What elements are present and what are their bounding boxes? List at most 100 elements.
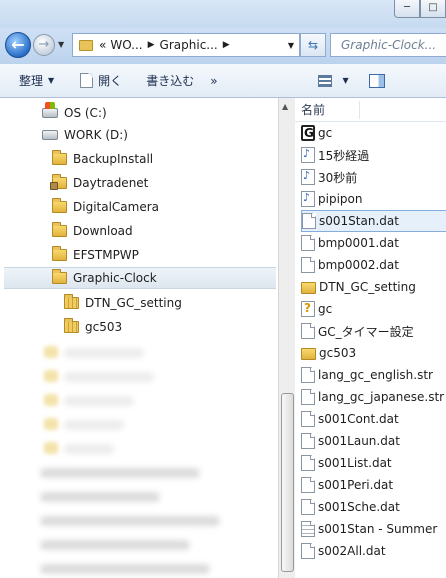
breadcrumb-work[interactable]: WO... bbox=[110, 38, 142, 52]
organize-button[interactable]: 整理 ▼ bbox=[14, 69, 59, 93]
blurred-folder-icon bbox=[44, 394, 58, 406]
file-item-s001stan[interactable]: s001Stan.dat bbox=[301, 210, 446, 232]
file-item-pipipon[interactable]: pipipon bbox=[301, 188, 446, 210]
nav-item-dtn-gc-setting[interactable]: DTN_GC_setting bbox=[64, 292, 182, 314]
file-item-lang-japanese[interactable]: lang_gc_japanese.str bbox=[301, 386, 446, 408]
file-item-s001list[interactable]: s001List.dat bbox=[301, 452, 446, 474]
file-icon bbox=[301, 499, 315, 515]
file-item-bmp0002[interactable]: bmp0002.dat bbox=[301, 254, 446, 276]
file-item-s001peri[interactable]: s001Peri.dat bbox=[301, 474, 446, 496]
nav-item-daytradenet[interactable]: Daytradenet bbox=[50, 172, 149, 194]
maximize-button[interactable]: □ bbox=[420, 0, 446, 18]
nav-item-graphic-clock[interactable]: Graphic-Clock bbox=[4, 267, 276, 289]
file-name: s001Cont.dat bbox=[318, 412, 399, 426]
nav-item-os-drive[interactable]: OS (C:) bbox=[42, 102, 107, 124]
zip-folder-icon bbox=[64, 294, 79, 309]
file-icon bbox=[301, 367, 315, 383]
file-name: s002All.dat bbox=[318, 544, 386, 558]
change-view-button[interactable]: ▼ bbox=[313, 69, 354, 93]
nav-item-label: Download bbox=[73, 224, 133, 238]
file-icon bbox=[301, 257, 315, 273]
refresh-icon: ⇆ bbox=[307, 38, 319, 52]
file-item-bmp0001[interactable]: bmp0001.dat bbox=[301, 232, 446, 254]
nav-item-download[interactable]: Download bbox=[52, 220, 133, 242]
zip-folder-icon bbox=[301, 348, 316, 360]
file-name: gc bbox=[318, 126, 333, 140]
file-name: lang_gc_japanese.str bbox=[318, 390, 445, 404]
scroll-up-arrow-icon[interactable]: ▲ bbox=[282, 102, 288, 111]
back-button[interactable]: ← bbox=[5, 32, 31, 58]
search-input[interactable]: Graphic-Clock... bbox=[330, 33, 446, 57]
nav-item-label: EFSTMPWP bbox=[73, 248, 139, 262]
window-controls: ─ □ bbox=[394, 0, 446, 18]
burn-button[interactable]: 書き込む bbox=[141, 69, 199, 93]
text-file-icon bbox=[301, 521, 315, 537]
nav-item-digitalcamera[interactable]: DigitalCamera bbox=[52, 196, 159, 218]
folder-icon bbox=[52, 269, 67, 284]
file-list-pane[interactable]: 名前 gc 15秒経過 30秒前 pipipon s001Stan.dat bm… bbox=[295, 98, 446, 578]
file-name: bmp0001.dat bbox=[318, 236, 399, 250]
nav-item-label: OS (C:) bbox=[64, 106, 107, 120]
preview-pane-button[interactable] bbox=[364, 69, 390, 93]
file-name: s001Stan - Summer bbox=[318, 522, 438, 536]
nav-item-label: Graphic-Clock bbox=[73, 271, 157, 285]
app-icon bbox=[301, 125, 315, 141]
file-name: s001Stan.dat bbox=[319, 214, 399, 228]
nav-item-label: BackupInstall bbox=[73, 152, 154, 166]
blurred-item bbox=[64, 444, 114, 454]
file-item-s001cont[interactable]: s001Cont.dat bbox=[301, 408, 446, 430]
refresh-button[interactable]: ⇆ bbox=[300, 33, 326, 57]
file-item-s002all[interactable]: s002All.dat bbox=[301, 540, 446, 562]
file-item-15s[interactable]: 15秒経過 bbox=[301, 144, 446, 166]
file-name: gc503 bbox=[319, 346, 357, 360]
audio-icon bbox=[301, 147, 315, 163]
breadcrumb-graphic[interactable]: Graphic... bbox=[160, 38, 218, 52]
nav-item-gc503[interactable]: gc503 bbox=[64, 316, 122, 338]
breadcrumb-chevron-right-icon[interactable]: ▶ bbox=[223, 40, 230, 50]
file-item-gc-setup[interactable]: gc bbox=[301, 298, 446, 320]
column-header-name[interactable]: 名前 bbox=[295, 98, 446, 122]
burn-label: 書き込む bbox=[146, 74, 195, 88]
file-name: bmp0002.dat bbox=[318, 258, 399, 272]
blurred-folder-icon bbox=[44, 442, 58, 454]
chevron-down-icon: ▼ bbox=[48, 76, 55, 85]
audio-icon bbox=[301, 169, 315, 185]
preview-pane-icon bbox=[368, 73, 385, 88]
blurred-item bbox=[40, 492, 160, 502]
nav-item-efstmpwp[interactable]: EFSTMPWP bbox=[52, 244, 139, 266]
nav-item-work-drive[interactable]: WORK (D:) bbox=[42, 124, 128, 146]
breadcrumb-overflow[interactable]: « bbox=[99, 38, 106, 52]
file-item-gc-timer[interactable]: GC_タイマー設定 bbox=[301, 320, 446, 342]
file-item-s001stan-summer[interactable]: s001Stan - Summer bbox=[301, 518, 446, 540]
more-commands-button[interactable]: » bbox=[205, 69, 222, 93]
nav-item-label: Daytradenet bbox=[73, 176, 149, 190]
file-icon bbox=[302, 213, 316, 229]
nav-item-backupinstall[interactable]: BackupInstall bbox=[52, 148, 153, 170]
file-item-s001sche[interactable]: s001Sche.dat bbox=[301, 496, 446, 518]
address-row: ← → ▼ « WO... ▶ Graphic... ▶ ▼ ⇆ Graphic… bbox=[0, 28, 446, 64]
file-item-lang-english[interactable]: lang_gc_english.str bbox=[301, 364, 446, 386]
minimize-button[interactable]: ─ bbox=[394, 0, 420, 18]
navigation-pane[interactable]: OS (C:) WORK (D:) BackupInstall Daytrade… bbox=[0, 98, 278, 578]
open-button[interactable]: 開く bbox=[75, 69, 127, 93]
file-item-s001laun[interactable]: s001Laun.dat bbox=[301, 430, 446, 452]
file-item-30s[interactable]: 30秒前 bbox=[301, 166, 446, 188]
address-bar[interactable]: « WO... ▶ Graphic... ▶ ▼ bbox=[72, 33, 300, 57]
file-item-gc503[interactable]: gc503 bbox=[301, 342, 446, 364]
file-name: DTN_GC_setting bbox=[319, 280, 416, 294]
scrollbar-thumb[interactable] bbox=[281, 393, 294, 572]
audio-icon bbox=[301, 191, 315, 207]
file-name: s001Peri.dat bbox=[318, 478, 394, 492]
zip-folder-icon bbox=[64, 318, 79, 333]
address-chevron-down-icon[interactable]: ▼ bbox=[288, 41, 294, 50]
recent-pages-chevron-down-icon[interactable]: ▼ bbox=[58, 40, 64, 49]
file-item-dtn-gc-setting[interactable]: DTN_GC_setting bbox=[301, 276, 446, 298]
file-icon bbox=[301, 323, 315, 339]
file-icon bbox=[301, 543, 315, 559]
breadcrumb-chevron-right-icon[interactable]: ▶ bbox=[148, 40, 155, 50]
file-name: s001List.dat bbox=[318, 456, 392, 470]
file-item-gc-app[interactable]: gc bbox=[301, 122, 446, 144]
navigation-scrollbar[interactable]: ▲ bbox=[278, 98, 295, 578]
forward-button[interactable]: → bbox=[33, 34, 55, 56]
nav-item-label: WORK (D:) bbox=[64, 128, 128, 142]
